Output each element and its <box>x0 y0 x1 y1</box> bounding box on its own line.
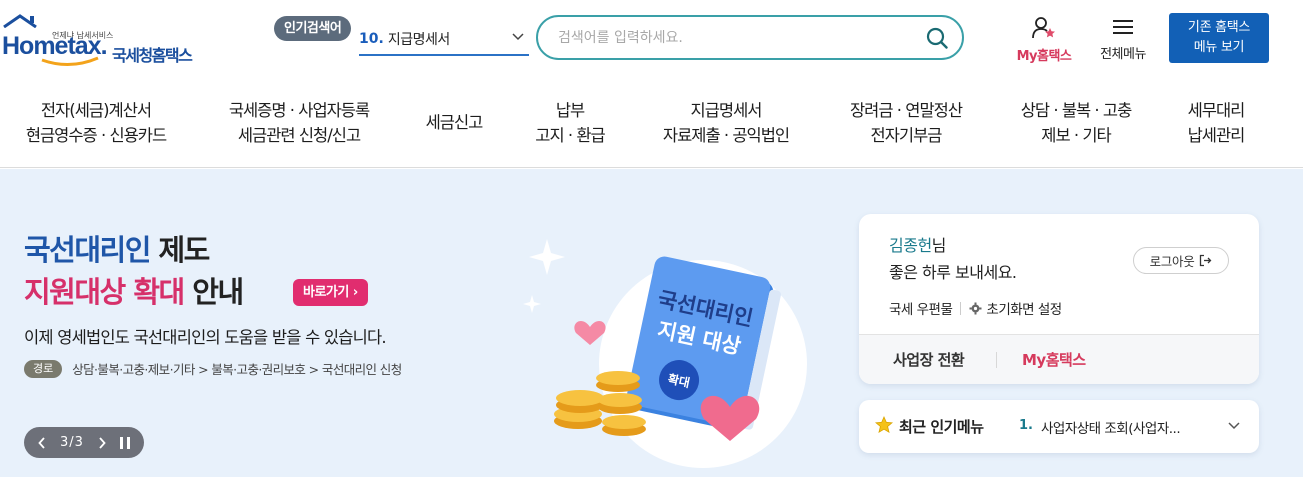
nav-item-line2: 제보 · 기타 <box>1041 126 1111 145</box>
pager-counter: 3/3 <box>60 435 84 450</box>
logout-label: 로그아웃 <box>1149 254 1195 269</box>
hero-description: 이제 영세법인도 국선대리인의 도움을 받을 수 있습니다. <box>24 328 387 347</box>
hero-title: 국선대리인 제도 지원대상 확대 안내 <box>24 229 244 313</box>
recent-menu-rank: 1. <box>1019 418 1033 433</box>
nav-item-tax-filing[interactable]: 세금신고 <box>414 110 494 135</box>
logo-roof-icon <box>3 14 37 28</box>
route-path: 상담·불복·고충·제보·기타 > 불복·고충·권리보호 > 국선대리인 신청 <box>72 362 402 377</box>
search-box <box>536 15 964 60</box>
main-navigation: 전자(세금)계산서 현금영수증 · 신용카드 국세증명 · 사업자등록 세금관련… <box>0 80 1303 168</box>
user-name: 김종헌 <box>889 236 932 255</box>
hero-title-highlight: 국선대리인 <box>24 233 151 267</box>
heart-icon <box>574 320 606 345</box>
hamburger-icon <box>1113 20 1133 34</box>
nav-item-line1: 상담 · 불복 · 고충 <box>1020 101 1133 120</box>
logo-korean: 국세청홈택스 <box>112 46 193 65</box>
search-icon[interactable] <box>926 27 948 49</box>
popular-search-select[interactable]: 10. 지급명세서 <box>359 24 529 56</box>
my-hometax-link[interactable]: My홈택스 <box>1008 16 1080 64</box>
tax-mail-link[interactable]: 국세 우편물 <box>889 298 953 318</box>
divider <box>960 301 962 315</box>
nav-item-line2: 세금관련 신청/신고 <box>237 126 361 145</box>
all-menu-label: 전체메뉴 <box>1100 47 1146 62</box>
logo-swoosh-icon <box>41 56 99 66</box>
divider <box>996 352 997 368</box>
user-card-bottom: 사업장 전환 My홈택스 <box>859 334 1259 384</box>
recent-menu-item[interactable]: 사업자상태 조회(사업자... <box>1041 417 1181 437</box>
nav-item-line1: 세금신고 <box>425 113 484 132</box>
hero-title-rest: 안내 <box>183 275 244 309</box>
my-hometax-button[interactable]: My홈택스 <box>1022 349 1086 370</box>
nav-item-line1: 국세증명 · 사업자등록 <box>228 101 370 120</box>
chevron-down-icon <box>512 33 524 41</box>
logout-button[interactable]: 로그아웃 <box>1133 247 1229 274</box>
coins-icon <box>554 371 646 436</box>
nav-item-line2: 납세관리 <box>1187 126 1246 145</box>
nav-item-line1: 전자(세금)계산서 <box>40 101 152 120</box>
nav-item-consulting[interactable]: 상담 · 불복 · 고충 제보 · 기타 <box>1004 98 1148 148</box>
search-input[interactable] <box>558 27 918 49</box>
nav-item-line2: 현금영수증 · 신용카드 <box>25 126 167 145</box>
recent-popular-menu[interactable]: 최근 인기메뉴 1. 사업자상태 조회(사업자... <box>859 400 1259 453</box>
route-info: 경로 상담·불복·고충·제보·기타 > 불복·고충·권리보호 > 국선대리인 신… <box>24 359 402 378</box>
user-greeting: 김종헌님 좋은 하루 보내세요. <box>889 232 1017 286</box>
nav-item-certificates[interactable]: 국세증명 · 사업자등록 세금관련 신청/신고 <box>214 98 384 148</box>
all-menu-button[interactable]: 전체메뉴 <box>1090 18 1156 62</box>
my-hometax-label: My홈택스 <box>1016 49 1072 64</box>
hero-title-line2: 지원대상 확대 안내 <box>24 271 244 313</box>
hometax-logo[interactable]: 언제냐 납세서비스 Hometax. 국세청홈택스 <box>0 10 215 68</box>
user-card: 김종헌님 좋은 하루 보내세요. 로그아웃 국세 우편물 초기화면 설정 사업장… <box>859 214 1259 384</box>
home-settings-link[interactable]: 초기화면 설정 <box>986 298 1062 318</box>
banner-pager: 3/3 <box>24 427 144 458</box>
nav-item-line1: 장려금 · 연말정산 <box>850 101 963 120</box>
nav-item-line1: 납부 <box>555 101 585 120</box>
popular-search-term: 지급명세서 <box>387 32 450 48</box>
nav-item-line1: 세무대리 <box>1187 101 1246 120</box>
gear-icon <box>969 302 982 314</box>
popular-search-rank: 10. <box>359 31 384 47</box>
greeting-text: 좋은 하루 보내세요. <box>889 263 1017 282</box>
chevron-down-icon[interactable] <box>1227 419 1241 433</box>
nav-item-e-invoice[interactable]: 전자(세금)계산서 현금영수증 · 신용카드 <box>16 98 176 148</box>
logout-icon <box>1200 254 1212 267</box>
hero-title-line1: 국선대리인 제도 <box>24 229 243 271</box>
banner-illustration: 국선대리인 지원 대상 확대 <box>523 239 807 468</box>
main-visual: 국선대리인 제도 지원대상 확대 안내 바로가기 › 이제 영세법인도 국선대리… <box>0 169 1303 477</box>
old-hometax-menu-button[interactable]: 기존 홈택스 메뉴 보기 <box>1169 13 1269 63</box>
hero-title-highlight: 지원대상 확대 <box>24 275 185 309</box>
nav-item-payment-statement[interactable]: 지급명세서 자료제출 · 공익법인 <box>648 98 804 148</box>
hero-title-rest: 제도 <box>149 233 211 267</box>
recent-menu-title: 최근 인기메뉴 <box>899 418 984 436</box>
nav-item-payment[interactable]: 납부 고지 · 환급 <box>520 98 620 148</box>
nav-item-line2: 전자기부금 <box>870 126 943 145</box>
header: 언제냐 납세서비스 Hometax. 국세청홈택스 인기검색어 10. 지급명세… <box>0 0 1303 80</box>
goto-button[interactable]: 바로가기 › <box>293 279 368 306</box>
chevron-left-icon[interactable] <box>38 436 46 449</box>
user-star-icon <box>1032 17 1055 39</box>
nav-item-tax-agent[interactable]: 세무대리 납세관리 <box>1176 98 1256 148</box>
nav-item-line1: 지급명세서 <box>690 101 763 120</box>
nav-item-incentives[interactable]: 장려금 · 연말정산 전자기부금 <box>836 98 976 148</box>
star-icon <box>875 416 893 434</box>
user-card-links: 국세 우편물 초기화면 설정 <box>889 298 1062 318</box>
route-badge: 경로 <box>24 359 63 378</box>
nav-item-line2: 자료제출 · 공익법인 <box>662 126 790 145</box>
user-suffix: 님 <box>931 236 947 255</box>
switch-business-button[interactable]: 사업장 전환 <box>893 349 965 370</box>
popular-search-badge: 인기검색어 <box>274 16 352 41</box>
pause-icon[interactable] <box>119 436 130 449</box>
chevron-right-icon[interactable] <box>98 436 106 449</box>
nav-item-line2: 고지 · 환급 <box>535 126 605 145</box>
